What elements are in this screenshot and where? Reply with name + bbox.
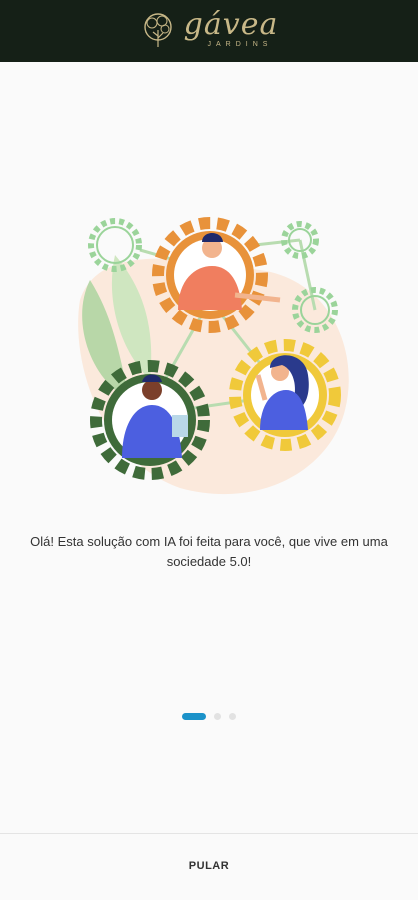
page-indicator [0,713,418,720]
skip-button[interactable]: PULAR [169,851,249,881]
logo-subtitle: JARDINS [207,41,273,48]
page-dot[interactable] [229,713,236,720]
onboarding-message: Olá! Esta solução com IA foi feita para … [30,534,388,569]
app-header: gávea JARDINS [0,0,418,62]
tree-logo-icon [143,13,172,47]
page-dot[interactable] [214,713,221,720]
page-dot-active[interactable] [182,713,206,720]
footer-divider [0,833,418,834]
brand-logo: gávea JARDINS [140,7,279,50]
teamwork-gears-illustration [78,217,349,495]
logo-wordmark: gávea [183,7,279,42]
